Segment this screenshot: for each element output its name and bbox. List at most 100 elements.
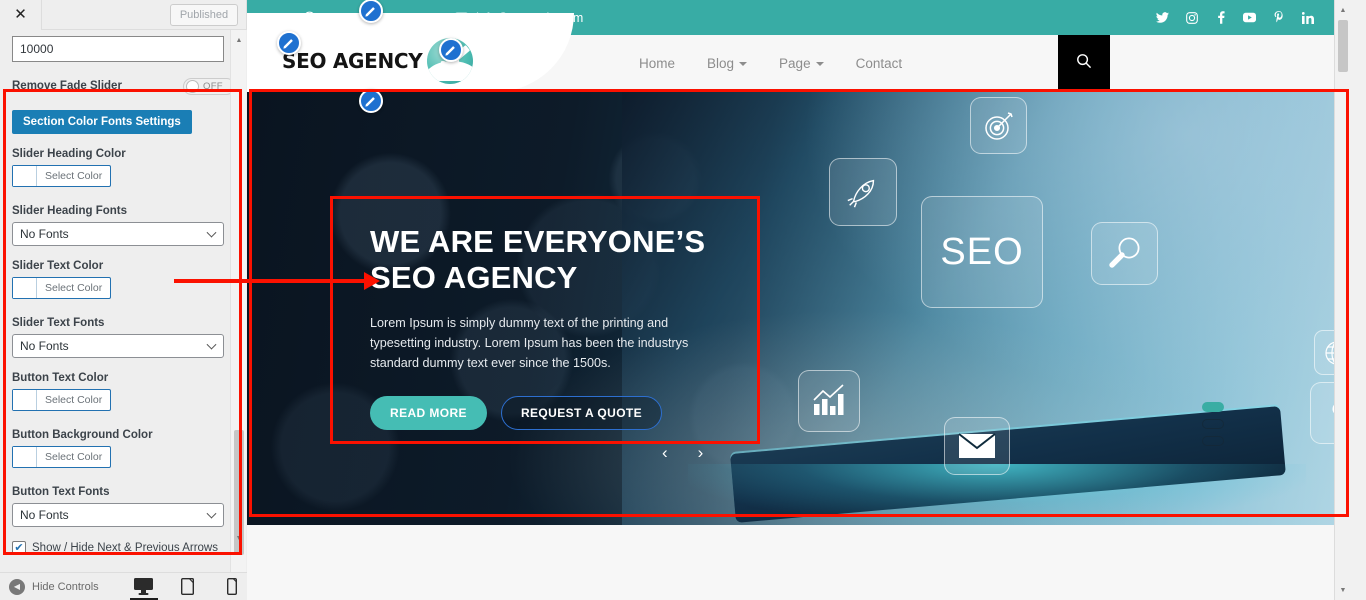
read-more-button[interactable]: READ MORE [370, 395, 487, 430]
nav-item-contact[interactable]: Contact [856, 56, 903, 71]
button-background-color-picker[interactable]: Select Color [12, 446, 112, 468]
customizer-sidebar: ✕ Published Remove Fade Slider OFF Secti… [0, 0, 247, 600]
site-preview: +00 123 489 7890 info@example.com [247, 0, 1350, 600]
color-swatch [13, 390, 37, 410]
preview-scrollbar[interactable]: ▲ ▼ [1334, 0, 1350, 600]
scroll-down-icon[interactable]: ▼ [231, 530, 247, 546]
tablet-glow [688, 464, 1306, 525]
slider-heading-fonts-select[interactable]: No Fonts [12, 222, 224, 246]
nav-item-page[interactable]: Page [779, 56, 824, 71]
select-value: No Fonts [20, 508, 69, 522]
sidebar-header: ✕ Published [0, 0, 246, 30]
slider-pagination [1202, 402, 1224, 446]
hero-heading: WE ARE EVERYONE’S SEO AGENCY [370, 224, 730, 297]
search-icon [1076, 53, 1092, 74]
slider-text-fonts-label: Slider Text Fonts [12, 317, 105, 329]
remove-fade-slider-row: Remove Fade Slider OFF [12, 76, 235, 96]
hero-heading-line1: WE ARE EVERYONE’S [370, 224, 706, 259]
toggle-knob [186, 79, 199, 93]
site-navbar: SEO AGENCY Home Blog Page Contact [247, 13, 1350, 92]
chevron-left-icon: ◀ [9, 578, 25, 595]
slider-text-color-label: Slider Text Color [12, 260, 104, 272]
slider-arrows: ‹ › [662, 443, 703, 463]
hide-controls-button[interactable]: ◀ Hide Controls [9, 578, 99, 595]
nav-item-blog[interactable]: Blog [707, 56, 748, 71]
button-text-color-picker[interactable]: Select Color [12, 389, 112, 411]
slider-dot-1[interactable] [1202, 402, 1224, 412]
color-swatch [13, 447, 37, 467]
search-button[interactable] [1058, 35, 1110, 92]
slider-dot-2[interactable] [1202, 419, 1224, 429]
sidebar-body: Remove Fade Slider OFF Section Color Fon… [0, 30, 247, 572]
slider-prev-arrow[interactable]: ‹ [662, 443, 668, 463]
main-navigation: Home Blog Page Contact [639, 56, 902, 71]
hero-slider: SEO WE ARE EVERYONE’S SEO AGENCY Lorem I… [247, 92, 1350, 525]
sidebar-footer: ◀ Hide Controls [0, 572, 247, 600]
color-swatch [13, 166, 37, 186]
remove-fade-slider-label: Remove Fade Slider [12, 80, 122, 92]
customizer-screen: ✕ Published Remove Fade Slider OFF Secti… [0, 0, 1366, 600]
nav-label: Contact [855, 56, 903, 71]
hero-paragraph: Lorem Ipsum is simply dummy text of the … [370, 315, 689, 371]
preview-scroll-thumb[interactable] [1338, 20, 1348, 72]
twitter-icon[interactable] [1156, 11, 1169, 24]
nav-label: Page [779, 56, 811, 71]
scroll-up-icon[interactable]: ▲ [231, 32, 247, 48]
slider-heading-color-label: Slider Heading Color [12, 148, 126, 160]
mobile-preview-icon[interactable] [221, 574, 243, 600]
edit-pencil-icon-hero[interactable] [359, 89, 383, 113]
edit-pencil-icon-nav[interactable] [439, 38, 463, 62]
chevron-down-icon [206, 339, 217, 350]
pinterest-icon[interactable] [1272, 11, 1285, 24]
select-value: No Fonts [20, 339, 69, 353]
desktop-preview-icon[interactable] [129, 574, 158, 600]
scroll-up-icon[interactable]: ▲ [1335, 2, 1350, 18]
nav-item-home[interactable]: Home [639, 56, 675, 71]
nav-label: Blog [707, 56, 735, 71]
nav-label: Home [639, 56, 676, 71]
scroll-down-icon[interactable]: ▼ [1335, 582, 1350, 598]
slider-text-fonts-select[interactable]: No Fonts [12, 334, 224, 358]
hero-buttons: READ MORE REQUEST A QUOTE [370, 395, 730, 430]
edit-pencil-icon-logo[interactable] [277, 31, 301, 55]
hero-content-card: WE ARE EVERYONE’S SEO AGENCY Lorem Ipsum… [330, 196, 760, 460]
device-preview-switcher [129, 574, 243, 600]
slider-dot-3[interactable] [1202, 436, 1224, 446]
slider-heading-color-picker[interactable]: Select Color [12, 165, 112, 187]
show-hide-arrows-checkbox[interactable]: ✔ [12, 541, 26, 555]
instagram-icon[interactable] [1185, 11, 1198, 24]
hero-heading-line2: SEO AGENCY [370, 260, 578, 296]
select-value: No Fonts [20, 227, 69, 241]
slider-text-color-picker[interactable]: Select Color [12, 277, 112, 299]
slider-next-arrow[interactable]: › [698, 443, 704, 463]
close-icon[interactable]: ✕ [0, 0, 42, 30]
sidebar-scrollbar[interactable]: ▲ ▼ [230, 30, 246, 572]
select-color-label: Select Color [45, 282, 103, 294]
remove-fade-slider-toggle[interactable]: OFF [183, 77, 235, 95]
social-links [1156, 11, 1314, 24]
show-hide-arrows-label: Show / Hide Next & Previous Arrows [32, 542, 218, 554]
select-color-label: Select Color [45, 394, 103, 406]
toggle-state-label: OFF [203, 80, 223, 92]
hide-controls-label: Hide Controls [32, 580, 99, 593]
chevron-down-icon [206, 227, 217, 238]
button-text-fonts-select[interactable]: No Fonts [12, 503, 224, 527]
linkedin-icon[interactable] [1301, 11, 1314, 24]
chevron-down-icon [206, 508, 217, 519]
youtube-icon[interactable] [1243, 11, 1256, 24]
brand-name: SEO AGENCY [282, 48, 423, 73]
tablet-preview-icon[interactable] [177, 574, 199, 600]
publish-button[interactable]: Published [170, 4, 238, 26]
facebook-icon[interactable] [1214, 11, 1227, 24]
show-hide-arrows-row[interactable]: ✔ Show / Hide Next & Previous Arrows [12, 541, 235, 555]
edit-pencil-icon-topbar[interactable] [359, 0, 383, 23]
button-text-fonts-label: Button Text Fonts [12, 486, 110, 498]
request-a-quote-button[interactable]: REQUEST A QUOTE [500, 395, 663, 430]
chevron-down-icon [815, 61, 824, 66]
button-text-color-label: Button Text Color [12, 372, 109, 384]
select-color-label: Select Color [45, 170, 103, 182]
slider-duration-input[interactable] [12, 36, 224, 62]
button-background-color-label: Button Background Color [12, 429, 153, 441]
color-swatch [13, 278, 37, 298]
section-color-fonts-settings-button[interactable]: Section Color Fonts Settings [12, 110, 192, 134]
